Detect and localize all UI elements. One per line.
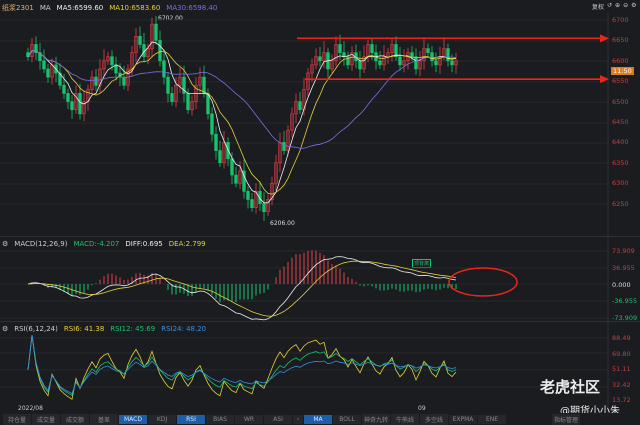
candle-body (318, 56, 322, 62)
candle-body (358, 60, 362, 70)
candle-body (298, 101, 302, 111)
tab-基差[interactable]: 基差 (90, 413, 118, 425)
candle-body (186, 93, 190, 111)
tab-wr[interactable]: WR (235, 414, 263, 424)
rsi6-line (27, 335, 457, 400)
kline-chart[interactable] (0, 0, 640, 425)
tab-rsi[interactable]: RSI (177, 414, 205, 424)
candle-body (262, 203, 266, 213)
candle-body (66, 93, 70, 102)
candle-body (70, 101, 74, 111)
tab-asi[interactable]: ASI (264, 414, 292, 424)
candle-body (110, 56, 114, 66)
candle-body (414, 56, 418, 70)
candle-body (42, 60, 46, 70)
candle-body (62, 84, 66, 94)
candle-body (162, 60, 166, 78)
candle-body (250, 199, 254, 208)
candle-body (282, 142, 286, 151)
indicator-manage-button[interactable]: 指标管理 (552, 413, 580, 425)
candle-body (166, 76, 170, 94)
candle-body (46, 68, 50, 78)
indicator-tabs: 持仓量 成交量 成交额 基差 MACD KDJ RSI BIAS WR ASI › MA BOLL 神奇九… (0, 413, 640, 425)
candle-body (210, 113, 214, 135)
tab-ene[interactable]: ENE (478, 414, 506, 424)
tab-成交额[interactable]: 成交额 (61, 413, 89, 425)
candle-body (78, 93, 82, 115)
tab-macd[interactable]: MACD (119, 414, 147, 424)
candle-body (230, 158, 234, 176)
candle-body (138, 36, 142, 45)
candle-body (122, 76, 126, 86)
candle-body (114, 64, 118, 74)
candle-body (410, 52, 414, 58)
candle-body (214, 133, 218, 151)
watermark-brand: 老虎社区 (540, 378, 601, 396)
tab-神奇九转[interactable]: 神奇九转 (362, 413, 390, 425)
tab-boll[interactable]: BOLL (333, 414, 361, 424)
tab-expma[interactable]: EXPMA (449, 414, 477, 424)
tab-成交量[interactable]: 成交量 (32, 413, 60, 425)
candle-body (218, 150, 222, 164)
candle-body (154, 23, 158, 41)
candle-body (158, 40, 162, 62)
candle-body (426, 48, 430, 53)
tab-多空线[interactable]: 多空线 (420, 413, 448, 425)
highlight-circle (448, 267, 518, 297)
tab-ma[interactable]: MA (304, 414, 332, 424)
candle-body (234, 174, 238, 184)
candle-body (378, 60, 382, 66)
candle-body (434, 60, 438, 66)
ma5-line (27, 41, 457, 204)
candle-body (170, 93, 174, 102)
tab-牛熊线[interactable]: 牛熊线 (391, 413, 419, 425)
candle-body (370, 44, 374, 53)
candle-body (94, 76, 98, 86)
ma30-line (27, 50, 457, 149)
candle-body (430, 52, 434, 62)
candle-body (450, 60, 454, 66)
candle-body (338, 44, 342, 53)
candle-body (398, 56, 402, 66)
candle-body (246, 191, 250, 200)
tab-持仓量[interactable]: 持仓量 (3, 413, 31, 425)
tab-bias[interactable]: BIAS (206, 414, 234, 424)
tab-kdj[interactable]: KDJ (148, 414, 176, 424)
dea-line (27, 260, 457, 317)
tabs-next-icon[interactable]: › (293, 414, 303, 424)
